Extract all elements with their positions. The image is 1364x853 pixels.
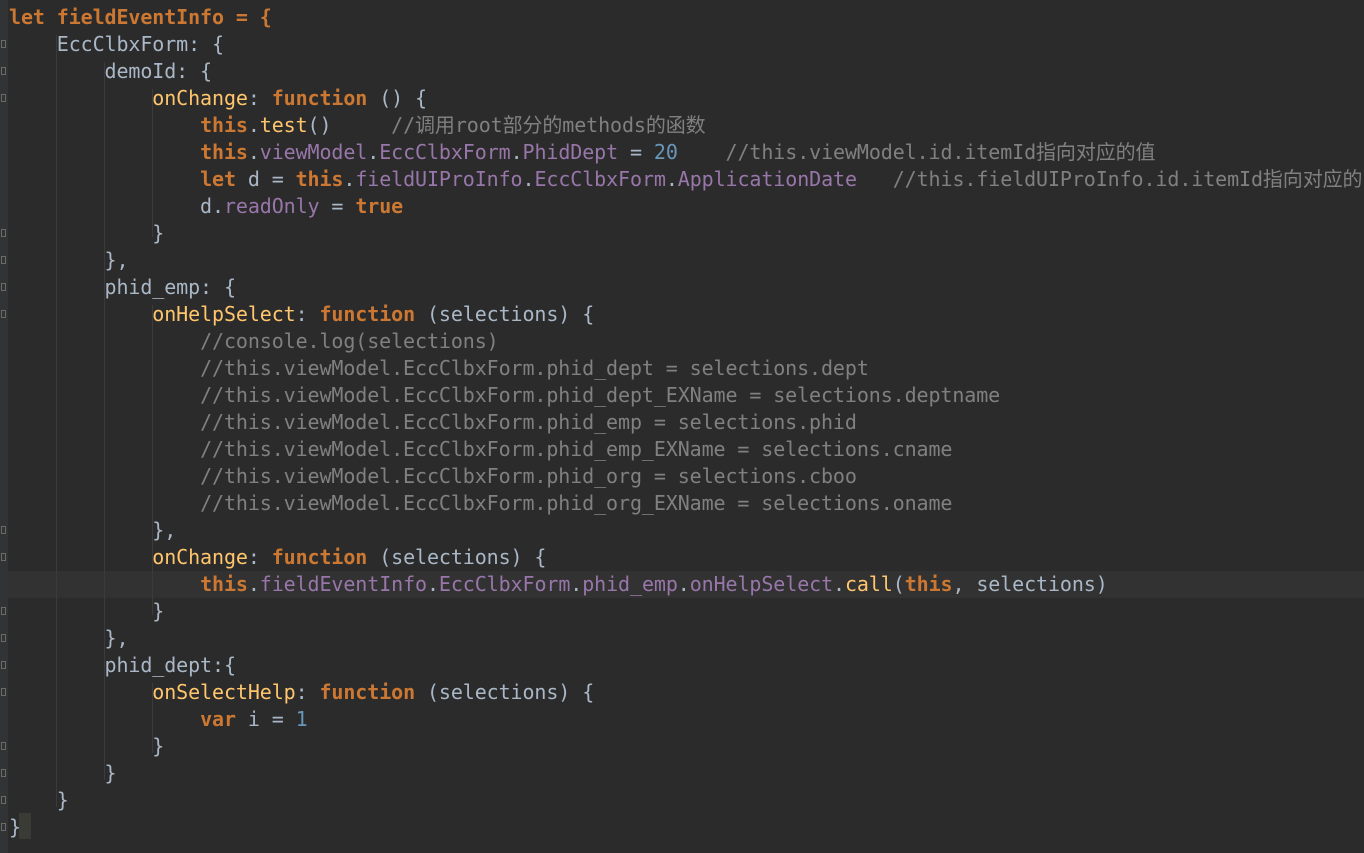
code-line: this.viewModel.EccClbxForm.PhidDept = 20… [200, 140, 1156, 164]
code-line: EccClbxForm: { [9, 32, 224, 56]
code-line: //this.viewModel.EccClbxForm.phid_org_EX… [200, 491, 953, 515]
code-line: } [9, 815, 21, 839]
code-line: //console.log(selections) [200, 329, 499, 353]
fold-marker-icon[interactable] [1, 742, 6, 750]
editor-gutter[interactable] [0, 0, 8, 853]
fold-marker-icon[interactable] [1, 256, 6, 264]
fold-marker-icon[interactable] [1, 553, 6, 561]
code-line: let fieldEventInfo = { [9, 5, 272, 29]
fold-marker-icon[interactable] [1, 796, 6, 804]
code-line: phid_dept:{ [9, 653, 236, 677]
fold-marker-icon[interactable] [1, 67, 6, 75]
code-line: demoId: { [9, 59, 213, 83]
code-line-current: this.fieldEventInfo.EccClbxForm.phid_emp… [200, 572, 1108, 596]
code-line: onSelectHelp: function (selections) { [152, 680, 595, 704]
fold-marker-icon[interactable] [1, 283, 6, 291]
code-line: phid_emp: { [9, 275, 236, 299]
code-line: this.test() //调用root部分的methods的函数 [200, 113, 706, 137]
code-line: }, [9, 248, 129, 272]
code-line: //this.viewModel.EccClbxForm.phid_dept_E… [200, 383, 1001, 407]
code-line: //this.viewModel.EccClbxForm.phid_dept =… [200, 356, 869, 380]
code-line: onHelpSelect: function (selections) { [152, 302, 595, 326]
code-line: onChange: function (selections) { [152, 545, 547, 569]
code-line: d.readOnly = true [9, 194, 404, 218]
code-line: //this.viewModel.EccClbxForm.phid_emp = … [200, 410, 857, 434]
fold-marker-icon[interactable] [1, 661, 6, 669]
fold-marker-icon[interactable] [1, 310, 6, 318]
fold-marker-icon[interactable] [1, 823, 6, 831]
code-line: } [9, 788, 69, 812]
code-editor[interactable]: let fieldEventInfo = { EccClbxForm: { de… [0, 0, 1364, 853]
fold-marker-icon[interactable] [1, 229, 6, 237]
code-line: var i = 1 [200, 707, 308, 731]
code-line: } [9, 599, 165, 623]
code-line: }, [9, 518, 177, 542]
code-line: } [9, 734, 165, 758]
code-line: } [9, 221, 165, 245]
code-line: }, [9, 626, 129, 650]
fold-marker-icon[interactable] [1, 607, 6, 615]
fold-marker-icon[interactable] [1, 94, 6, 102]
code-line: onChange: function () { [152, 86, 427, 110]
fold-marker-icon[interactable] [1, 688, 6, 696]
fold-marker-icon[interactable] [1, 526, 6, 534]
fold-marker-icon[interactable] [1, 40, 6, 48]
code-line: //this.viewModel.EccClbxForm.phid_org = … [200, 464, 857, 488]
code-line: //this.viewModel.EccClbxForm.phid_emp_EX… [200, 437, 953, 461]
fold-marker-icon[interactable] [1, 769, 6, 777]
fold-marker-icon[interactable] [1, 634, 6, 642]
code-line: let d = this.fieldUIProInfo.EccClbxForm.… [200, 167, 1363, 191]
code-line: } [9, 761, 117, 785]
